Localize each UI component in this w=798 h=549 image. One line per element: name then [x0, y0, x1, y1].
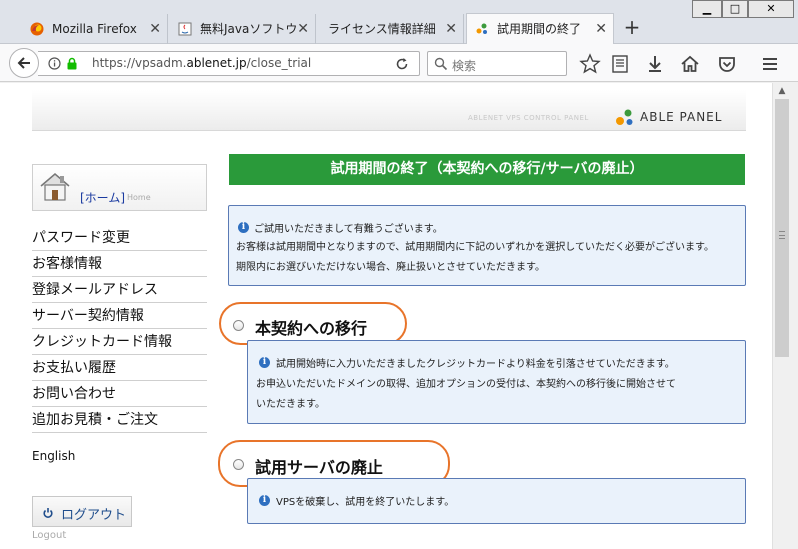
- menu-icon[interactable]: [759, 53, 781, 75]
- option-abolish-title[interactable]: 試用サーバの廃止: [255, 454, 383, 478]
- tab-bar: Mozilla Firefox ✕ 無料Javaソフトウ ✕ ライセンス情報詳細…: [0, 0, 798, 45]
- java-icon: [178, 22, 192, 36]
- migrate-line-1: 試用開始時に入力いただきましたクレジットカードより料金を引落させていただきます。: [276, 359, 675, 370]
- tab-java-software[interactable]: 無料Javaソフトウ ✕: [170, 14, 316, 44]
- radio-migrate-contract[interactable]: [233, 320, 244, 331]
- nav-bar: https://vpsadm.ablenet.jp/close_trial 検索: [0, 44, 798, 82]
- search-placeholder: 検索: [452, 59, 477, 73]
- window-close-button[interactable]: ✕: [748, 0, 794, 18]
- power-icon: [43, 508, 53, 518]
- sidebar-item-password[interactable]: パスワード変更: [32, 225, 207, 251]
- pocket-icon[interactable]: [716, 53, 738, 75]
- info-icon: i: [259, 495, 270, 506]
- back-arrow-icon: [17, 57, 30, 69]
- url-text[interactable]: https://vpsadm.ablenet.jp/close_trial: [92, 56, 311, 70]
- close-icon[interactable]: ✕: [149, 14, 161, 44]
- close-icon[interactable]: ✕: [595, 14, 607, 44]
- home-link[interactable]: [ホーム]: [80, 189, 125, 206]
- sidebar-item-payment-history[interactable]: お支払い履歴: [32, 355, 207, 381]
- tab-close-trial[interactable]: 試用期間の終了 ✕: [466, 13, 614, 45]
- tab-label: 無料Javaソフトウ: [200, 22, 298, 36]
- info-icon: i: [238, 222, 249, 233]
- url-bar[interactable]: https://vpsadm.ablenet.jp/close_trial: [38, 51, 420, 76]
- tab-license-details[interactable]: ライセンス情報詳細 ✕: [318, 14, 464, 44]
- info-icon[interactable]: [48, 57, 61, 70]
- intro-line-2: お客様は試用期間中となりますので、試用期間内に下記のいずれかを選択していただく必…: [236, 242, 714, 253]
- close-icon[interactable]: ✕: [297, 14, 309, 44]
- scroll-grip-icon: [779, 231, 785, 239]
- abolish-line-1: VPSを破棄し、試用を終了いたします。: [276, 497, 455, 508]
- search-box[interactable]: 検索: [427, 51, 567, 76]
- sidebar-item-contact[interactable]: お問い合わせ: [32, 381, 207, 407]
- intro-line-1: ご試用いただきまして有難うございます。: [254, 224, 443, 235]
- migrate-line-2: お申込いただいたドメインの取得、追加オプションの受付は、本契約への移行後に開始さ…: [256, 379, 676, 390]
- download-icon[interactable]: [644, 53, 666, 75]
- page-viewport: ABLENET VPS CONTROL PANEL ABLE PANEL [ホー…: [0, 83, 798, 549]
- url-domain: ablenet.jp: [186, 56, 247, 70]
- tab-label: ライセンス情報詳細: [328, 22, 436, 36]
- new-tab-button[interactable]: +: [622, 17, 642, 38]
- able-panel-logo: ABLE PANEL: [640, 110, 723, 124]
- intro-info-box: i ご試用いただきまして有難うございます。 お客様は試用期間中となりますので、試…: [228, 205, 746, 286]
- scroll-up-arrow-icon[interactable]: ▲: [773, 83, 791, 99]
- logout-label: ログアウト: [61, 508, 127, 523]
- logout-sub-label: Logout: [32, 530, 67, 541]
- firefox-icon: [30, 22, 44, 36]
- english-link[interactable]: English: [32, 449, 75, 463]
- sidebar-item-email[interactable]: 登録メールアドレス: [32, 277, 207, 303]
- tab-label: 試用期間の終了: [497, 22, 582, 36]
- header-subtitle: ABLENET VPS CONTROL PANEL: [468, 114, 589, 122]
- intro-line-3: 期限内にお選びいただけない場合、廃止扱いとさせていただきます。: [236, 262, 545, 273]
- migrate-info-box: i 試用開始時に入力いただきましたクレジットカードより料金を引落させていただきま…: [247, 340, 746, 424]
- url-prefix: https://vpsadm.: [92, 56, 187, 70]
- home-box[interactable]: [ホーム] Home: [32, 164, 207, 211]
- able-panel-logo-icon: [616, 109, 633, 125]
- url-path: /close_trial: [246, 56, 312, 70]
- search-icon: [434, 57, 448, 71]
- logout-button[interactable]: ログアウト: [32, 496, 132, 527]
- radio-abolish-server[interactable]: [233, 459, 244, 470]
- info-icon: i: [259, 357, 270, 368]
- reload-icon[interactable]: [395, 57, 409, 71]
- option-migrate-title[interactable]: 本契約への移行: [255, 315, 367, 339]
- migrate-line-3: いただきます。: [256, 399, 325, 410]
- sidebar-item-server-contract[interactable]: サーバー契約情報: [32, 303, 207, 329]
- page-scrollbar[interactable]: ▲: [772, 83, 790, 549]
- sidebar-item-credit-card[interactable]: クレジットカード情報: [32, 329, 207, 355]
- close-icon[interactable]: ✕: [445, 14, 457, 44]
- lock-icon[interactable]: [66, 57, 78, 70]
- minimize-button[interactable]: ▁: [692, 0, 722, 18]
- site-header: ABLENET VPS CONTROL PANEL ABLE PANEL: [32, 90, 746, 131]
- page-title: 試用期間の終了（本契約への移行/サーバの廃止）: [229, 154, 745, 185]
- maximize-button[interactable]: □: [722, 0, 748, 18]
- ablenet-icon: [476, 23, 487, 34]
- back-button[interactable]: [9, 48, 39, 78]
- abolish-info-box: i VPSを破棄し、試用を終了いたします。: [247, 478, 746, 524]
- tab-mozilla-firefox[interactable]: Mozilla Firefox ✕: [22, 14, 168, 44]
- house-icon: [40, 173, 70, 201]
- bookmark-star-icon[interactable]: [579, 53, 601, 75]
- reading-list-icon[interactable]: [609, 53, 631, 75]
- home-icon[interactable]: [679, 53, 701, 75]
- home-sub-label: Home: [127, 193, 151, 202]
- scroll-thumb[interactable]: [775, 99, 789, 357]
- tab-label: Mozilla Firefox: [52, 22, 137, 36]
- sidebar-item-customer-info[interactable]: お客様情報: [32, 251, 207, 277]
- window-edge: [790, 83, 798, 549]
- sidebar-item-quote-order[interactable]: 追加お見積・ご注文: [32, 407, 207, 433]
